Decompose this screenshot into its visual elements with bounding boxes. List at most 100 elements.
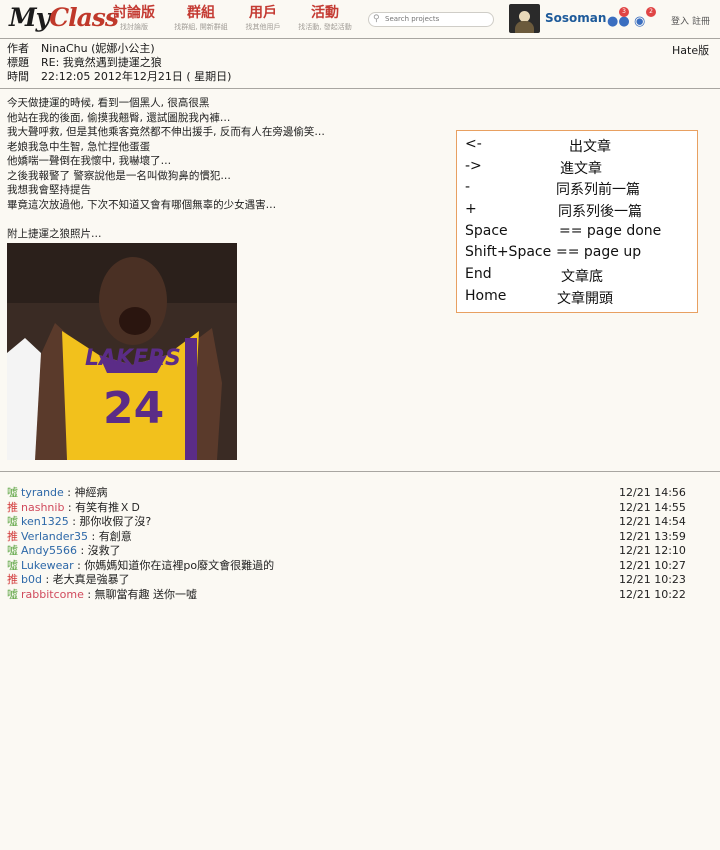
nav-groups[interactable]: 群組 找群組, 開新群組 — [168, 5, 234, 32]
post-line: 之後我報警了 警察說他是一名叫做狗鼻的慣犯… — [7, 169, 231, 182]
comment-text: : 無聊當有趣 送你一噓 — [83, 587, 198, 601]
post-line: 我大聲呼救, 但是其他乘客竟然都不伸出援手, 反而有人在旁邊偷笑… — [7, 126, 325, 138]
myclass-logo[interactable]: MyClass — [9, 3, 119, 32]
comment-user[interactable]: Lukewear — [21, 559, 74, 572]
comment-user[interactable]: tyrande — [21, 486, 64, 499]
comment-list: 噓 tyrande : 神經病 12/21 14:56 推 nashnib : 有笑有… — [7, 486, 707, 602]
comment-time: 12/21 12:10 — [619, 544, 686, 557]
comment-tag: 噓 — [7, 587, 18, 601]
shortcut-desc: 文章底 — [561, 269, 603, 285]
nav-users[interactable]: 用戶 找其他用戶 — [240, 5, 286, 32]
divider — [0, 88, 720, 89]
shortcut-desc: 同系列前一篇 — [556, 182, 640, 198]
nav-label: 活動 — [311, 5, 339, 21]
comment-time: 12/21 14:54 — [619, 515, 686, 528]
divider — [0, 38, 720, 39]
comment-user[interactable]: b0d — [21, 573, 42, 586]
divider — [0, 471, 720, 472]
time-label: 時間 — [7, 70, 29, 83]
shortcut-key: -> — [465, 158, 482, 174]
comment-user[interactable]: nashnib — [21, 501, 64, 514]
shortcut-desc: == page up — [556, 244, 642, 260]
friend-requests-button[interactable]: ●● 3 — [607, 7, 630, 29]
post-line: 他嬌喘一聲倒在我懷中, 我嚇壞了… — [7, 155, 172, 167]
comment-row: 噓 rabbitcome : 無聊當有趣 送你一噓 12/21 10:22 — [7, 588, 707, 603]
post-line: 我想我會堅持提告 — [7, 184, 91, 196]
post-photo: LAKERS 24 — [7, 243, 237, 460]
board-name[interactable]: Hate版 — [672, 42, 709, 58]
comment-tag: 噓 — [7, 558, 18, 572]
search-input[interactable] — [385, 13, 485, 25]
shortcut-desc: 文章開頭 — [557, 291, 613, 307]
post-body: 今天做捷運的時候, 看到一個黑人, 很高很黑 他站在我的後面, 偷摸我翹臀, 還… — [7, 96, 325, 241]
author-name[interactable]: NinaChu (妮娜小公主) — [41, 42, 155, 55]
post-line: 畢竟這次放過他, 下次不知道又會有哪個無辜的少女遇害… — [7, 198, 277, 211]
comment-time: 12/21 14:56 — [619, 486, 686, 499]
comment-tag: 推 — [7, 529, 18, 543]
nav-sublabel: 找活動, 發起活動 — [298, 23, 352, 31]
nav-label: 群組 — [187, 5, 215, 21]
comment-tag: 噓 — [7, 544, 18, 557]
shortcut-desc: == page done — [559, 223, 662, 239]
shortcut-desc: 進文章 — [560, 161, 602, 177]
post-line: 老娘我急中生智, 急忙捏他蛋蛋 — [7, 140, 151, 153]
post-line — [7, 212, 325, 227]
comment-tag: 噓 — [7, 486, 18, 499]
jersey-number-text: 24 — [103, 383, 164, 434]
comment-time: 12/21 13:59 — [619, 529, 686, 543]
search-box: ⚲ — [368, 12, 494, 27]
post-line: 附上捷運之狼照片… — [7, 227, 102, 240]
logo-my: My — [9, 3, 50, 32]
post-line: 他站在我的後面, 偷摸我翹臀, 還試圖脫我內褲… — [7, 111, 231, 124]
comment-row: 噓 tyrande : 神經病 12/21 14:56 — [7, 486, 707, 501]
jersey-team-text: LAKERS — [85, 346, 181, 371]
comment-user[interactable]: Andy5566 — [21, 544, 77, 557]
post-title: RE: 我竟然遇到捷運之狼 — [41, 56, 162, 69]
avatar[interactable] — [509, 4, 540, 33]
comment-row: 噓 Lukewear : 你媽媽知道你在這裡po廢文會很難過的 12/21 10:2… — [7, 559, 707, 574]
comment-user[interactable]: rabbitcome — [21, 588, 84, 601]
shortcut-key: <- — [465, 136, 482, 152]
comment-text: : 沒救了 — [76, 544, 121, 557]
comment-time: 12/21 10:23 — [619, 573, 686, 586]
shortcut-key: - — [465, 179, 471, 195]
auth-links: 登入 註冊 — [671, 14, 713, 27]
comment-text: : 有創意 — [88, 529, 132, 543]
nav-label: 討論版 — [113, 5, 155, 21]
comment-tag: 噓 — [7, 515, 18, 528]
comment-time: 12/21 10:22 — [619, 587, 686, 601]
messages-badge: 2 — [646, 7, 656, 17]
nav-sublabel: 找討論版 — [120, 23, 148, 31]
friend-requests-badge: 3 — [619, 7, 629, 17]
comment-tag: 推 — [7, 573, 18, 586]
comment-user[interactable]: ken1325 — [21, 515, 69, 528]
username-link[interactable]: Sosoman — [545, 11, 606, 25]
comment-row: 推 Verlander35 : 有創意 12/21 13:59 — [7, 530, 707, 545]
shortcut-desc: 出文章 — [569, 139, 611, 155]
shortcut-key: Shift+Space — [465, 244, 552, 260]
title-label: 標題 — [7, 56, 29, 69]
nav-discussion-boards[interactable]: 討論版 找討論版 — [108, 5, 160, 32]
shortcut-key: + — [465, 201, 477, 217]
comment-user[interactable]: Verlander35 — [21, 530, 88, 543]
top-bar: MyClass 討論版 找討論版 群組 找群組, 開新群組 用戶 找其他用戶 活… — [0, 0, 720, 38]
post-time: 22:12:05 2012年12月21日 ( 星期日) — [41, 70, 232, 83]
register-link[interactable]: 註冊 — [692, 17, 710, 27]
nav-events[interactable]: 活動 找活動, 發起活動 — [292, 5, 358, 32]
comment-time: 12/21 10:27 — [619, 558, 686, 572]
shortcut-key: End — [465, 266, 492, 282]
nav-sublabel: 找其他用戶 — [245, 23, 281, 31]
post-meta: 作者 NinaChu (妮娜小公主) 標題 RE: 我竟然遇到捷運之狼 時間 22:1… — [7, 42, 231, 84]
nav-label: 用戶 — [249, 5, 277, 21]
comment-text: : 有笑有推ＸＤ — [64, 500, 142, 514]
messages-button[interactable]: ◉ 2 — [634, 7, 656, 29]
login-link[interactable]: 登入 — [671, 17, 689, 27]
shortcut-key: Home — [465, 288, 507, 304]
keyboard-shortcuts-panel: <- 出文章 -> 進文章 - 同系列前一篇 + 同系列後一篇 Space ==… — [456, 130, 698, 313]
shortcut-key: Space — [465, 223, 508, 239]
comment-row: 推 nashnib : 有笑有推ＸＤ 12/21 14:55 — [7, 501, 707, 516]
shortcut-desc: 同系列後一篇 — [558, 204, 642, 220]
author-label: 作者 — [7, 42, 29, 55]
comment-row: 噓 ken1325 : 那你收假了沒? 12/21 14:54 — [7, 515, 707, 530]
comment-time: 12/21 14:55 — [619, 500, 686, 514]
